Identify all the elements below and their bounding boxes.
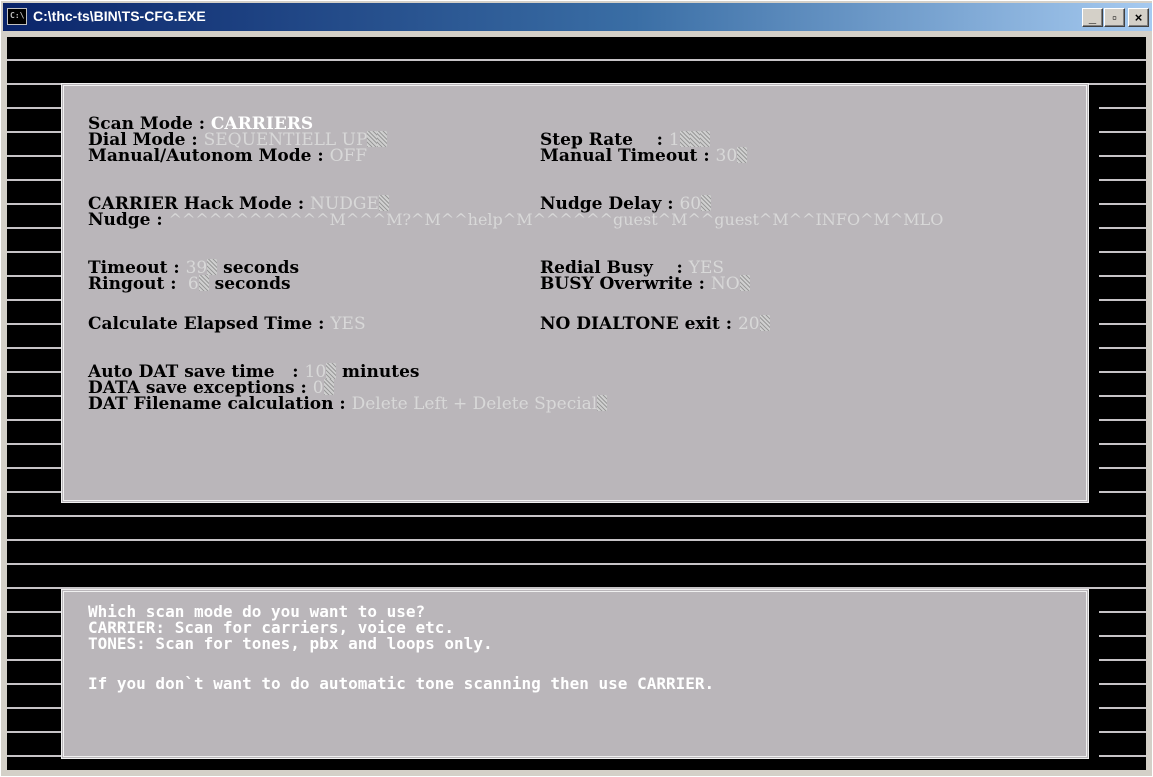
ringout-row[interactable]: Ringout : 6 seconds	[88, 274, 291, 294]
ringout-label: Ringout :	[88, 274, 183, 294]
calc-elapsed-row[interactable]: Calculate Elapsed Time : YES	[88, 314, 366, 334]
help-line: If you don`t want to do automatic tone s…	[88, 674, 715, 693]
field-cursor	[689, 131, 700, 147]
busy-overwrite-label: BUSY Overwrite :	[540, 274, 711, 294]
console-app-icon[interactable]: C:\	[7, 8, 27, 25]
field-cursor	[377, 131, 388, 147]
field-cursor	[323, 379, 334, 395]
console-window: C:\ C:\thc-ts\BIN\TS-CFG.EXE _ ▫ × Scan …	[0, 0, 1153, 777]
manual-mode-row[interactable]: Manual/Autonom Mode : OFF	[88, 146, 367, 166]
close-button[interactable]: ×	[1128, 8, 1149, 27]
manual-mode-label: Manual/Autonom Mode :	[88, 146, 330, 166]
nudge-value[interactable]: ^^^^^^^^^^^^M^^^M?^M^^help^M^^^^^^guest^…	[169, 210, 944, 229]
no-dialtone-row[interactable]: NO DIALTONE exit : 20	[540, 314, 770, 334]
field-cursor	[597, 395, 608, 411]
no-dialtone-label: NO DIALTONE exit :	[540, 314, 738, 334]
field-cursor	[759, 315, 770, 331]
manual-mode-value[interactable]: OFF	[330, 146, 368, 166]
window-title: C:\thc-ts\BIN\TS-CFG.EXE	[33, 8, 206, 24]
field-cursor	[737, 147, 748, 163]
field-cursor	[378, 195, 389, 211]
help-line: TONES: Scan for tones, pbx and loops onl…	[88, 634, 493, 653]
manual-timeout-value[interactable]: 30	[716, 146, 738, 166]
field-cursor	[679, 131, 690, 147]
maximize-button[interactable]: ▫	[1104, 8, 1125, 27]
ringout-value[interactable]: 6	[183, 274, 199, 294]
field-cursor	[739, 275, 750, 291]
busy-overwrite-row[interactable]: BUSY Overwrite : NO	[540, 274, 750, 294]
busy-overwrite-value[interactable]: NO	[711, 274, 740, 294]
calc-elapsed-value[interactable]: YES	[330, 314, 365, 334]
config-panel: Scan Mode : CARRIERS Dial Mode : SEQUENT…	[61, 83, 1089, 503]
dat-filename-label: DAT Filename calculation :	[88, 394, 352, 414]
dat-filename-row[interactable]: DAT Filename calculation : Delete Left +…	[88, 394, 608, 414]
console-area: Scan Mode : CARRIERS Dial Mode : SEQUENT…	[7, 37, 1146, 770]
field-cursor	[701, 195, 712, 211]
title-bar[interactable]: C:\ C:\thc-ts\BIN\TS-CFG.EXE _ ▫ ×	[3, 3, 1152, 31]
manual-timeout-label: Manual Timeout :	[540, 146, 716, 166]
minimize-button[interactable]: _	[1082, 8, 1103, 27]
auto-dat-unit: minutes	[336, 362, 420, 382]
nudge-label: Nudge :	[88, 210, 169, 230]
field-cursor	[699, 131, 710, 147]
manual-timeout-row[interactable]: Manual Timeout : 30	[540, 146, 748, 166]
field-cursor	[207, 259, 218, 275]
dat-filename-value[interactable]: Delete Left + Delete Special	[352, 394, 598, 414]
field-cursor	[367, 131, 378, 147]
calc-elapsed-label: Calculate Elapsed Time :	[88, 314, 331, 334]
field-cursor	[326, 363, 337, 379]
help-panel: Which scan mode do you want to use? CARR…	[61, 589, 1089, 759]
nudge-row[interactable]: Nudge : ^^^^^^^^^^^^M^^^M?^M^^help^M^^^^…	[88, 210, 943, 230]
field-cursor	[198, 275, 209, 291]
no-dialtone-value[interactable]: 20	[738, 314, 760, 334]
ringout-unit: seconds	[208, 274, 291, 294]
